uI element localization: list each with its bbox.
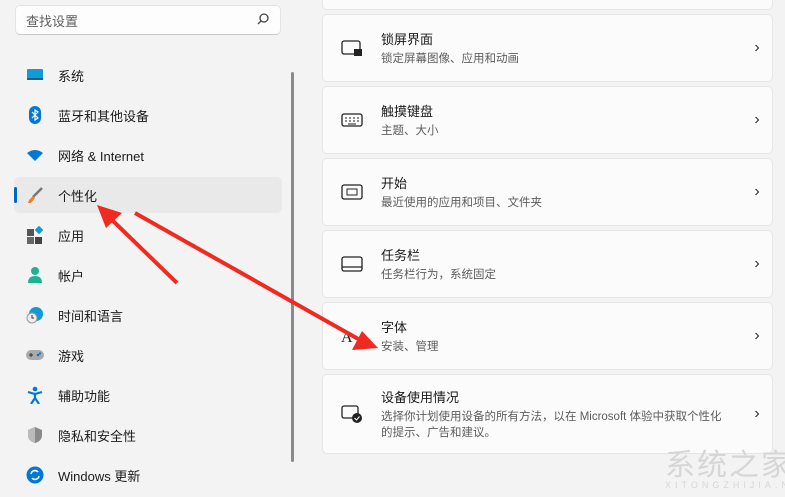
- sidebar-item-8[interactable]: 辅助功能: [14, 377, 282, 413]
- apps-icon: [26, 226, 44, 244]
- chevron-right-icon: ›: [754, 39, 760, 56]
- chevron-right-icon: ›: [754, 111, 760, 128]
- settings-card[interactable]: 开始最近使用的应用和项目、文件夹 ›: [322, 158, 773, 226]
- sidebar-item-10[interactable]: Windows 更新: [14, 457, 282, 493]
- card-subtitle: 安装、管理: [381, 341, 439, 353]
- sidebar-item-label: 个性化: [58, 188, 98, 204]
- start-icon: [341, 183, 363, 201]
- card-title: 任务栏: [381, 248, 421, 263]
- lock-screen-icon: [341, 39, 363, 57]
- card-subtitle: 最近使用的应用和项目、文件夹: [381, 197, 542, 209]
- taskbar-icon: [341, 255, 363, 273]
- bluetooth-icon: [26, 106, 44, 124]
- card-title: 触摸键盘: [381, 104, 434, 119]
- update-icon: [26, 466, 44, 484]
- font-icon: A: [341, 327, 363, 345]
- sidebar-item-label: 系统: [58, 68, 85, 84]
- card-title: 锁屏界面: [381, 32, 434, 47]
- card-subtitle: 选择你计划使用设备的所有方法，以在 Microsoft 体验中获取个性化的提示、…: [381, 411, 722, 439]
- keyboard-icon: [341, 112, 363, 128]
- device-usage-icon: [341, 405, 363, 423]
- wifi-icon: [26, 146, 44, 164]
- sidebar-item-6[interactable]: 时间和语言: [14, 297, 282, 333]
- card-subtitle: 主题、大小: [381, 125, 439, 137]
- svg-text:A: A: [341, 329, 353, 345]
- sidebar-item-label: 蓝牙和其他设备: [58, 108, 150, 124]
- sidebar-item-label: 游戏: [58, 348, 85, 364]
- gamepad-icon: [26, 346, 44, 364]
- account-icon: [26, 266, 44, 284]
- watermark-url: XITONGZHIJIA.NET: [665, 480, 785, 490]
- chevron-right-icon: ›: [754, 327, 760, 344]
- sidebar-item-1[interactable]: 蓝牙和其他设备: [14, 97, 282, 133]
- card-subtitle: 任务栏行为，系统固定: [381, 269, 496, 281]
- monitor-icon: [26, 66, 44, 84]
- sidebar-item-label: 网络 & Internet: [58, 148, 144, 164]
- sidebar-item-label: 应用: [58, 228, 85, 244]
- accessibility-icon: [26, 386, 44, 404]
- card-partial[interactable]: [322, 0, 773, 10]
- card-title: 开始: [381, 176, 408, 191]
- chevron-right-icon: ›: [754, 405, 760, 422]
- sidebar-item-4[interactable]: 应用: [14, 217, 282, 253]
- sidebar-item-2[interactable]: 网络 & Internet: [14, 137, 282, 173]
- sidebar-item-7[interactable]: 游戏: [14, 337, 282, 373]
- sidebar-item-label: 辅助功能: [58, 388, 111, 404]
- settings-card[interactable]: 触摸键盘主题、大小 ›: [322, 86, 773, 154]
- settings-card[interactable]: 锁屏界面锁定屏幕图像、应用和动画 ›: [322, 14, 773, 82]
- settings-card[interactable]: 任务栏任务栏行为，系统固定 ›: [322, 230, 773, 298]
- search-icon: [256, 12, 270, 29]
- clock-globe-icon: [26, 306, 44, 324]
- sidebar-item-0[interactable]: 系统: [14, 57, 282, 93]
- chevron-right-icon: ›: [754, 255, 760, 272]
- card-subtitle: 锁定屏幕图像、应用和动画: [381, 53, 519, 65]
- sidebar-item-label: Windows 更新: [58, 468, 141, 484]
- scrollbar[interactable]: [291, 72, 294, 462]
- brush-icon: [26, 186, 44, 204]
- card-title: 字体: [381, 320, 408, 335]
- sidebar-item-3[interactable]: 个性化: [14, 177, 282, 213]
- search-input[interactable]: 查找设置: [15, 5, 281, 35]
- watermark-text: 系统之家: [665, 449, 785, 482]
- sidebar-item-label: 隐私和安全性: [58, 428, 137, 444]
- sidebar-item-5[interactable]: 帐户: [14, 257, 282, 293]
- sidebar-item-label: 时间和语言: [58, 308, 124, 324]
- sidebar-nav: 系统蓝牙和其他设备 网络 & Internet 个性化应用帐户时间和语言游戏辅助功能…: [14, 57, 282, 497]
- shield-icon: [26, 426, 44, 444]
- settings-card[interactable]: A 字体安装、管理 ›: [322, 302, 773, 370]
- watermark: 系统之家 XITONGZHIJIA.NET: [585, 440, 785, 490]
- card-title: 设备使用情况: [381, 390, 460, 405]
- chevron-right-icon: ›: [754, 183, 760, 200]
- search-placeholder: 查找设置: [26, 13, 79, 29]
- sidebar-item-9[interactable]: 隐私和安全性: [14, 417, 282, 453]
- sidebar-item-label: 帐户: [58, 268, 85, 284]
